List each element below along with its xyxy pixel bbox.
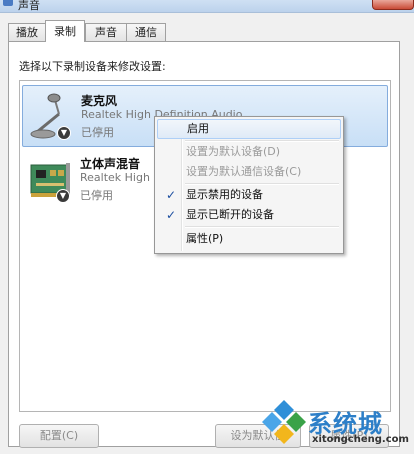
tab-communications[interactable]: 通信 [126,23,166,41]
device-name: 麦克风 [81,94,118,108]
device-status: 已停用 [80,189,113,202]
disabled-down-arrow-icon: ▼ [56,189,70,203]
menu-item-set-default-device[interactable]: 设置为默认设备(D) [157,142,341,162]
tab-sounds[interactable]: 声音 [85,23,127,41]
instruction-text: 选择以下录制设备来修改设置: [19,60,166,73]
close-button[interactable] [372,0,414,10]
menu-item-enable[interactable]: 启用 [157,119,341,139]
watermark: 系统城 xitongcheng.com [262,398,412,452]
window-title: 声音 [18,0,40,12]
title-bar: 声音 [0,0,414,13]
tab-recording[interactable]: 录制 [45,20,85,42]
menu-separator [185,226,339,228]
menu-item-label: 设置为默认通信设备(C) [186,165,302,178]
menu-item-label: 显示禁用的设备 [186,188,263,201]
menu-item-set-default-comm-device[interactable]: 设置为默认通信设备(C) [157,162,341,182]
watermark-url: xitongcheng.com [312,434,409,445]
menu-item-label: 显示已断开的设备 [186,208,274,221]
tab-playback[interactable]: 播放 [8,23,46,41]
watermark-logo-icon [262,400,306,444]
context-menu: 启用 设置为默认设备(D) 设置为默认通信设备(C) ✓ 显示禁用的设备 ✓ 显… [154,116,344,254]
checkmark-icon: ✓ [165,188,177,202]
menu-item-show-disabled[interactable]: ✓ 显示禁用的设备 [157,185,341,205]
menu-item-label: 设置为默认设备(D) [186,145,281,158]
menu-item-show-disconnected[interactable]: ✓ 显示已断开的设备 [157,205,341,225]
menu-item-properties[interactable]: 属性(P) [157,229,341,249]
menu-item-label: 属性(P) [186,232,224,245]
checkmark-icon: ✓ [165,208,177,222]
device-name: 立体声混音 [80,157,141,171]
menu-item-label: 启用 [187,122,209,135]
device-status: 已停用 [81,126,114,139]
device-driver: Realtek High D [80,171,162,184]
configure-button[interactable]: 配置(C) [19,424,99,448]
disabled-down-arrow-icon: ▼ [57,126,71,140]
speaker-icon [3,0,13,6]
